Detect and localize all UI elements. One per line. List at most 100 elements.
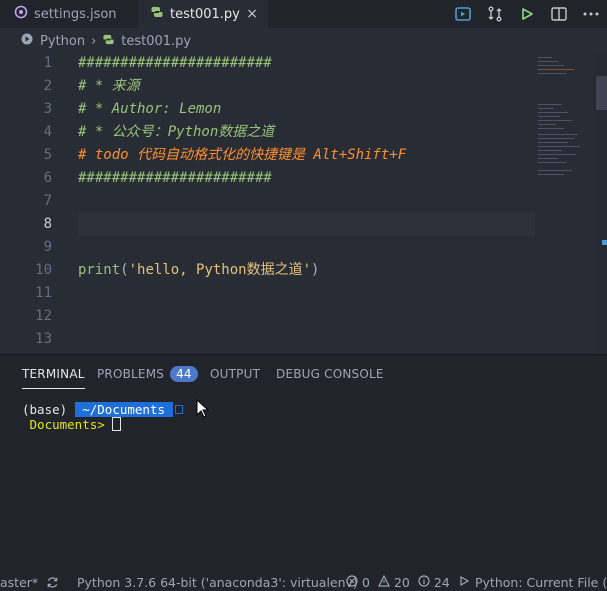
code-line[interactable]: 3 # * Author: Lemon	[0, 98, 540, 121]
tab-problems[interactable]: PROBLEMS 44	[97, 355, 198, 393]
breadcrumb-language[interactable]: Python	[20, 32, 85, 50]
code-line[interactable]: 4 # * 公众号：Python数据之道	[0, 121, 540, 144]
terminal-prompt: Documents>	[22, 417, 105, 432]
code-text: # todo 代码自动格式化的快捷键是 Alt+Shift+F	[78, 147, 407, 163]
editor-vertical-scrollbar[interactable]	[593, 54, 607, 354]
status-python-interpreter[interactable]: Python 3.7.6 64-bit ('anaconda3': virtua…	[77, 574, 358, 591]
code-line[interactable]: 6 #######################	[0, 167, 540, 190]
code-line[interactable]: 11	[0, 282, 540, 305]
minimap-line	[538, 150, 562, 151]
code-text: # * Author: Lemon	[78, 101, 222, 117]
status-branch[interactable]: aster*	[0, 574, 38, 591]
editor-tab-bar: settings.json test001.py ×	[0, 0, 607, 28]
run-icon[interactable]	[511, 0, 543, 28]
code-line-current[interactable]: 8	[0, 213, 540, 236]
minimap-line	[538, 65, 564, 66]
minimap-line	[538, 73, 566, 74]
close-tab-icon[interactable]: ×	[246, 6, 258, 22]
debug-run-icon	[458, 574, 470, 591]
line-number: 6	[43, 170, 52, 186]
breadcrumb-file[interactable]: test001.py	[102, 33, 191, 50]
error-count: 0	[362, 575, 370, 590]
code-text: # * 来源	[78, 78, 140, 94]
line-number: 13	[35, 331, 52, 347]
preview-icon[interactable]	[447, 0, 479, 28]
status-problems[interactable]: 0 20 24	[346, 574, 450, 591]
minimap-line	[538, 61, 558, 62]
tab-debug-console-label: DEBUG CONSOLE	[276, 367, 384, 381]
line-number: 9	[43, 239, 52, 255]
line-number: 8	[43, 216, 52, 232]
status-debug-config[interactable]: Python: Current File (wo	[458, 574, 607, 591]
breadcrumb-language-label: Python	[40, 33, 86, 49]
minimap-line	[538, 158, 558, 159]
line-number: 1	[43, 55, 52, 71]
minimap-line	[538, 174, 564, 175]
split-editor-icon[interactable]	[543, 0, 575, 28]
line-number: 11	[35, 285, 52, 301]
code-line[interactable]: 7	[0, 190, 540, 213]
code-line[interactable]: 12	[0, 305, 540, 328]
code-line[interactable]: 9	[0, 236, 540, 259]
terminal-cwd: ~/Documents	[74, 402, 173, 417]
code-line[interactable]: 10 print('hello, Python数据之道')	[0, 259, 540, 282]
tab-settings-json[interactable]: settings.json	[0, 0, 138, 28]
tab-label: test001.py	[170, 6, 240, 22]
minimap[interactable]	[535, 54, 593, 354]
minimap-line	[538, 134, 578, 135]
code-line[interactable]: 13	[0, 328, 540, 351]
line-number: 3	[43, 101, 52, 117]
python-file-icon	[150, 5, 164, 23]
function-name: print	[78, 262, 121, 278]
terminal-cursor	[112, 417, 122, 431]
code-editor[interactable]: 1 ####################### 2 # * 来源 3 # *…	[0, 54, 607, 354]
scrollbar-cursor-marker	[602, 240, 607, 245]
bottom-panel: TERMINAL PROBLEMS 44 OUTPUT DEBUG CONSOL…	[0, 354, 607, 575]
tab-output[interactable]: OUTPUT	[210, 355, 260, 393]
warning-icon	[377, 574, 390, 591]
code-text: # * 公众号：Python数据之道	[78, 124, 275, 140]
tab-debug-console[interactable]: DEBUG CONSOLE	[276, 355, 384, 393]
minimap-line	[538, 138, 574, 139]
minimap-line	[538, 128, 564, 129]
minimap-line	[538, 57, 552, 58]
tab-terminal[interactable]: TERMINAL	[22, 355, 85, 393]
tab-terminal-label: TERMINAL	[22, 367, 85, 381]
terminal-line[interactable]: (base) ~/Documents	[22, 402, 183, 417]
line-number: 12	[35, 308, 52, 324]
code-line[interactable]: 1 #######################	[0, 54, 540, 75]
minimap-line	[538, 112, 568, 113]
error-icon	[346, 574, 358, 591]
terminal-line[interactable]: Documents>	[22, 417, 122, 432]
editor-actions	[447, 0, 607, 28]
sync-icon[interactable]	[46, 574, 59, 591]
line-number: 7	[43, 193, 52, 209]
settings-file-icon	[14, 5, 28, 23]
line-number: 4	[43, 124, 52, 140]
minimap-line	[538, 108, 554, 109]
code-text: #######################	[78, 170, 272, 186]
minimap-line	[538, 154, 576, 155]
breadcrumb-file-label: test001.py	[121, 33, 192, 49]
paren-close: )	[311, 262, 320, 278]
minimap-line	[538, 69, 574, 70]
status-bar: aster* Python 3.7.6 64-bit ('anaconda3':…	[0, 574, 607, 591]
compare-changes-icon[interactable]	[479, 0, 511, 28]
minimap-line	[538, 146, 580, 147]
problems-count-badge: 44	[170, 366, 198, 382]
more-actions-icon[interactable]	[575, 0, 607, 28]
scrollbar-thumb[interactable]	[596, 76, 607, 110]
python-file-icon	[102, 33, 115, 50]
minimap-line	[538, 116, 560, 117]
minimap-line	[538, 104, 562, 105]
line-number: 2	[43, 78, 52, 94]
breadcrumb: Python › test001.py	[0, 28, 607, 54]
tab-output-label: OUTPUT	[210, 367, 261, 381]
tab-problems-label: PROBLEMS	[97, 367, 165, 381]
line-number: 10	[35, 262, 52, 278]
code-line[interactable]: 5 # todo 代码自动格式化的快捷键是 Alt+Shift+F	[0, 144, 540, 167]
tab-test001-py[interactable]: test001.py ×	[138, 0, 268, 28]
tab-label: settings.json	[34, 6, 117, 22]
code-line[interactable]: 2 # * 来源	[0, 75, 540, 98]
minimap-line	[538, 162, 566, 163]
